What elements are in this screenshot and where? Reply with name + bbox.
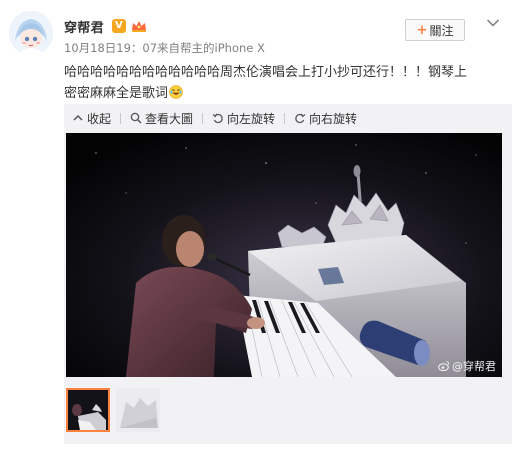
post-body: 哈哈哈哈哈哈哈哈哈哈哈哈周杰伦演唱会上打小抄可还行！！！钢琴上密密麻麻全是歌词 [64, 62, 476, 104]
crown-member-icon[interactable] [130, 19, 148, 33]
thumbnail-2[interactable] [116, 388, 160, 432]
post-header: 穿帮君 V 10月18日19：07 来自 帮主的iPhone X + 關注 哈哈… [0, 0, 520, 104]
rotate-left-button[interactable]: 向左旋转 [208, 110, 279, 127]
weibo-post-card: 穿帮君 V 10月18日19：07 来自 帮主的iPhone X + 關注 哈哈… [0, 0, 520, 450]
follow-plus-icon: + [416, 22, 428, 38]
photo-watermark: @穿帮君 [438, 358, 496, 374]
toolbar-divider [120, 112, 122, 124]
thumbnail-image [116, 388, 160, 432]
thumbnail-image [68, 390, 108, 430]
watermark-text: @穿帮君 [452, 360, 496, 373]
follow-button[interactable]: + 關注 [405, 19, 465, 41]
rotate-right-icon [295, 113, 306, 124]
avatar-illustration [9, 11, 53, 55]
laugh-cry-emoji-icon [169, 85, 183, 99]
rotate-right-button[interactable]: 向右旋转 [290, 110, 361, 127]
rotate-left-icon [212, 113, 223, 124]
post-meta: 10月18日19：07 来自 帮主的iPhone X [64, 40, 265, 56]
concert-photo[interactable]: @穿帮君 [66, 133, 502, 377]
source-prefix: 来自 [157, 41, 181, 55]
view-large-label: 查看大圖 [145, 111, 194, 126]
post-timestamp[interactable]: 10月18日19：07 [64, 40, 157, 56]
user-name[interactable]: 穿帮君 [64, 17, 104, 36]
thumbnail-1[interactable] [66, 388, 110, 432]
post-source[interactable]: 帮主的iPhone X [180, 40, 265, 56]
user-avatar[interactable] [9, 11, 53, 55]
verified-badge-icon[interactable]: V [111, 19, 126, 33]
chevron-down-icon[interactable] [486, 18, 500, 28]
rotate-right-label: 向右旋转 [309, 111, 358, 126]
concert-piano-image [66, 133, 502, 377]
rotate-left-label: 向左旋转 [227, 111, 276, 126]
view-large-button[interactable]: 查看大圖 [126, 110, 197, 127]
toolbar-divider [202, 112, 204, 124]
post-text: 哈哈哈哈哈哈哈哈哈哈哈哈周杰伦演唱会上打小抄可还行！！！钢琴上密密麻麻全是歌词 [64, 65, 468, 101]
thumbnail-strip [66, 388, 160, 432]
media-toolbar: 收起 查看大圖 向左旋转 向右旋转 [64, 104, 512, 132]
weibo-logo-icon [438, 361, 450, 372]
toolbar-divider [284, 112, 286, 124]
name-row: 穿帮君 V [64, 16, 148, 36]
collapse-arrow-icon [73, 114, 83, 121]
collapse-label: 收起 [87, 111, 112, 126]
magnifier-icon [130, 112, 142, 124]
follow-label: 關注 [429, 23, 454, 38]
media-panel: 收起 查看大圖 向左旋转 向右旋转 @穿帮君 [64, 104, 512, 444]
collapse-button[interactable]: 收起 [68, 110, 115, 127]
